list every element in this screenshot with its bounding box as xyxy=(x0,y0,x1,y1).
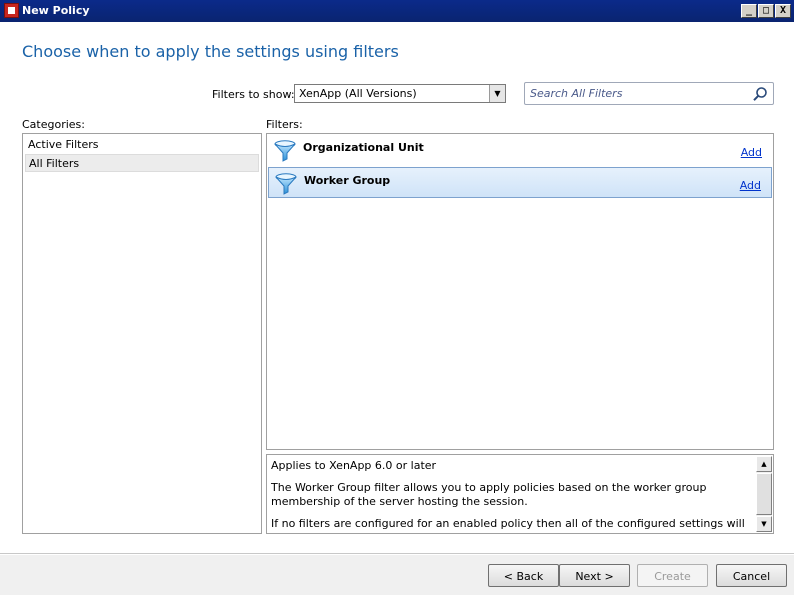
app-icon xyxy=(4,3,19,18)
description-summary: The Worker Group filter allows you to ap… xyxy=(271,481,707,508)
title-bar: New Policy _ □ X xyxy=(0,0,794,22)
maximize-button[interactable]: □ xyxy=(758,4,774,18)
page-title: Choose when to apply the settings using … xyxy=(22,42,399,61)
description-version: Applies to XenApp 6.0 or later xyxy=(271,459,437,472)
next-button[interactable]: Next > xyxy=(559,564,630,587)
back-button[interactable]: < Back xyxy=(488,564,559,587)
create-button[interactable]: Create xyxy=(637,564,708,587)
button-bar: < Back Next > Create Cancel xyxy=(0,555,794,595)
filters-label: Filters: xyxy=(266,118,303,131)
dropdown-arrow-icon[interactable]: ▼ xyxy=(489,85,505,102)
add-worker-group-link[interactable]: Add xyxy=(740,179,761,192)
filters-to-show-select[interactable]: XenApp (All Versions) ▼ xyxy=(294,84,506,103)
search-box[interactable] xyxy=(524,82,774,105)
categories-list: Active Filters All Filters xyxy=(22,133,262,534)
window-title: New Policy xyxy=(22,4,90,17)
add-organizational-unit-link[interactable]: Add xyxy=(741,146,762,159)
minimize-button[interactable]: _ xyxy=(741,4,757,18)
scroll-up-icon[interactable]: ▲ xyxy=(756,456,772,472)
funnel-icon xyxy=(275,173,297,195)
filters-to-show-value: XenApp (All Versions) xyxy=(299,87,417,100)
scroll-down-icon[interactable]: ▼ xyxy=(756,516,772,532)
search-icon[interactable] xyxy=(752,86,768,102)
description-scrollbar[interactable]: ▲ ▼ xyxy=(756,456,772,532)
search-input[interactable] xyxy=(530,86,740,101)
cancel-button[interactable]: Cancel xyxy=(716,564,787,587)
category-item-all-filters[interactable]: All Filters xyxy=(25,154,259,172)
funnel-icon xyxy=(274,140,296,162)
filters-list: Organizational Unit Add Worker Group Add xyxy=(266,133,774,450)
close-button[interactable]: X xyxy=(775,4,791,18)
filters-to-show-label: Filters to show: xyxy=(212,88,295,101)
filter-name: Organizational Unit xyxy=(303,141,424,154)
description-note: If no filters are configured for an enab… xyxy=(271,517,745,533)
description-content: Applies to XenApp 6.0 or later The Worke… xyxy=(271,459,753,533)
filter-row-worker-group[interactable]: Worker Group Add xyxy=(268,167,772,198)
scroll-thumb[interactable] xyxy=(756,473,772,515)
category-item-active-filters[interactable]: Active Filters xyxy=(25,136,259,154)
filter-name: Worker Group xyxy=(304,174,391,187)
filter-description: Applies to XenApp 6.0 or later The Worke… xyxy=(266,454,774,534)
categories-label: Categories: xyxy=(22,118,85,131)
filter-row-organizational-unit[interactable]: Organizational Unit Add xyxy=(268,135,772,166)
